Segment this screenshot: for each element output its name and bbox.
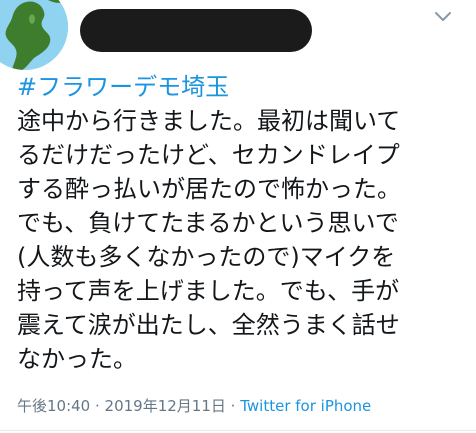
tweet-text-line: する酔っ払いが居たので怖かった。 (17, 175, 401, 203)
tweet-text-line: でも、負けてたまるかという思いで (17, 209, 399, 237)
tweet-text-line: るだけだったけど、セカンドレイプ (17, 141, 400, 169)
meta-separator: · (90, 397, 105, 415)
tweet-time[interactable]: 午後10:40 (17, 397, 90, 415)
meta-separator: · (225, 397, 241, 415)
chevron-down-icon[interactable] (432, 8, 454, 26)
tweet-metadata: 午後10:40 · 2019年12月11日 · Twitter for iPho… (17, 396, 371, 416)
tweet-text-line: なかった。 (17, 345, 137, 373)
tweet-text-line: (人数も多くなかったので)マイクを (17, 243, 396, 271)
hashtag-link[interactable]: #フラワーデモ埼玉 (17, 70, 229, 104)
divider (0, 430, 476, 431)
tweet-text-line: 震えて涙が出たし、全然うまく話せ (17, 311, 400, 339)
tweet-text-line: 持って声を上げました。でも、手が (17, 277, 400, 305)
tweet-card: #フラワーデモ埼玉 途中から行きました。最初は聞いて るだけだったけど、セカンド… (0, 0, 476, 433)
tweet-text-line: 途中から行きました。最初は聞いて (17, 107, 401, 135)
tweet-text: 途中から行きました。最初は聞いて るだけだったけど、セカンドレイプ する酔っ払い… (17, 104, 467, 376)
avatar[interactable] (0, 0, 68, 70)
redacted-username (80, 9, 312, 52)
tweet-source-link[interactable]: Twitter for iPhone (240, 397, 371, 415)
globe-avatar-icon (0, 0, 68, 70)
tweet-date[interactable]: 2019年12月11日 (105, 397, 226, 415)
